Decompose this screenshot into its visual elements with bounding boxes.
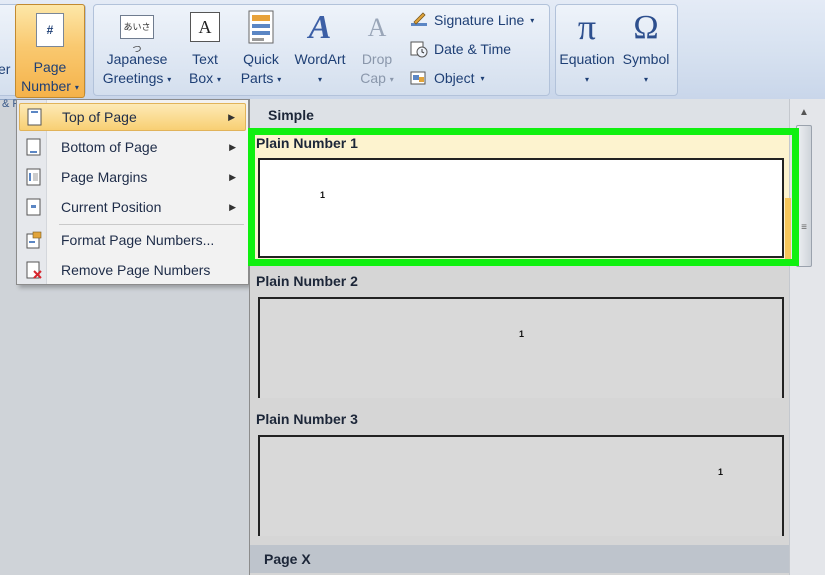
remove-page-numbers-icon — [26, 261, 42, 279]
signature-pen-icon — [410, 11, 428, 29]
text-box-line2: Box — [188, 70, 214, 86]
date-time-label: Date & Time — [434, 41, 512, 57]
drop-cap-button[interactable]: A Drop Cap ▾ — [354, 8, 400, 89]
quick-parts-line1: Quick — [243, 51, 279, 67]
symbol-label: Symbol — [622, 51, 670, 67]
menu-item-label: Top of Page — [62, 109, 137, 125]
dropdown-arrow-icon: ▾ — [389, 74, 394, 84]
wordart-icon: A — [308, 8, 332, 46]
page-number-menu: Top of Page ▶ Bottom of Page ▶ Page Marg… — [16, 99, 249, 285]
signature-line-button[interactable]: Signature Line ▾ — [410, 11, 534, 29]
gallery-section-header: Simple — [250, 99, 791, 129]
dropdown-arrow-icon: ▾ — [317, 74, 322, 84]
submenu-arrow-icon: ▶ — [229, 201, 236, 212]
menu-item-label: Format Page Numbers... — [61, 232, 215, 248]
menu-item-label: Page Margins — [61, 169, 148, 185]
pi-icon: π — [577, 6, 597, 47]
menu-item-format-page-numbers[interactable]: Format Page Numbers... — [19, 226, 246, 254]
calendar-clock-icon — [410, 40, 428, 58]
dropdown-arrow-icon: ▾ — [167, 74, 172, 84]
menu-item-label: Bottom of Page — [61, 139, 158, 155]
drop-cap-icon: A — [367, 12, 387, 42]
format-page-numbers-icon — [26, 231, 42, 249]
menu-item-top-of-page[interactable]: Top of Page ▶ — [19, 103, 246, 131]
page-number-label-line1: Page — [33, 59, 67, 75]
scroll-grip-icon: ≡ — [801, 222, 807, 233]
object-label: Object — [434, 70, 475, 86]
menu-item-label: Remove Page Numbers — [61, 262, 211, 278]
wordart-button[interactable]: A WordArt ▾ — [290, 8, 350, 89]
quick-parts-button[interactable]: Quick Parts ▾ — [236, 8, 286, 89]
symbol-button[interactable]: Ω Symbol ▾ — [618, 8, 674, 89]
page-number-button[interactable]: # Page Number ▾ — [15, 4, 85, 98]
submenu-arrow-icon: ▶ — [229, 171, 236, 182]
wordart-label: WordArt — [294, 51, 346, 67]
menu-separator — [59, 224, 244, 225]
page-number-icon: # — [36, 13, 64, 47]
page-number-preview: 1 — [519, 329, 525, 339]
current-position-icon — [26, 198, 41, 216]
page-top-icon — [27, 108, 42, 126]
equation-button[interactable]: π Equation ▾ — [557, 8, 617, 89]
omega-icon: Ω — [633, 8, 659, 46]
menu-item-label: Current Position — [61, 199, 162, 215]
drop-cap-line2: Cap — [360, 70, 386, 86]
gallery-item-title: Plain Number 3 — [256, 411, 358, 427]
object-icon — [410, 69, 428, 87]
page-number-preview: 1 — [718, 467, 724, 477]
dropdown-arrow-icon: ▾ — [480, 73, 485, 83]
japanese-greetings-line1: Japanese — [106, 51, 168, 67]
date-time-button[interactable]: Date & Time — [410, 40, 511, 58]
equation-label: Equation — [559, 51, 615, 67]
partial-button-label[interactable]: er — [0, 60, 10, 79]
dropdown-arrow-icon: ▾ — [643, 74, 648, 84]
drop-cap-line1: Drop — [361, 51, 393, 67]
menu-item-remove-page-numbers[interactable]: Remove Page Numbers — [19, 256, 246, 284]
gallery-section-page-x: Page X — [250, 545, 791, 573]
text-box-button[interactable]: A Text Box ▾ — [180, 8, 230, 89]
quick-parts-icon — [242, 8, 280, 46]
greetings-icon: あいさつ — [118, 8, 156, 54]
page-margins-icon — [26, 168, 41, 186]
menu-item-current-position[interactable]: Current Position ▶ — [19, 193, 246, 221]
object-button[interactable]: Object ▾ — [410, 69, 484, 87]
dropdown-arrow-icon: ▾ — [584, 74, 589, 84]
menu-item-bottom-of-page[interactable]: Bottom of Page ▶ — [19, 133, 246, 161]
dropdown-arrow-icon: ▾ — [217, 74, 222, 84]
page-number-label-line2: Number — [21, 78, 71, 94]
japanese-greetings-button[interactable]: あいさつ Japanese Greetings ▾ — [100, 8, 174, 89]
submenu-arrow-icon: ▶ — [228, 111, 235, 122]
menu-item-page-margins[interactable]: Page Margins ▶ — [19, 163, 246, 191]
ribbon: er & F # Page Number ▾ あいさつ Japanese Gre… — [0, 0, 825, 110]
signature-line-label: Signature Line — [434, 12, 525, 28]
text-box-line1: Text — [192, 51, 218, 67]
dropdown-arrow-icon: ▾ — [277, 74, 282, 84]
dropdown-arrow-icon: ▾ — [530, 15, 535, 25]
gallery-item-plain-number-2[interactable]: Plain Number 2 1 — [250, 269, 791, 399]
page-bottom-icon — [26, 138, 41, 156]
page-preview: 1 — [258, 435, 784, 536]
quick-parts-line2: Parts — [240, 70, 274, 86]
gallery-item-plain-number-3[interactable]: Plain Number 3 1 — [250, 407, 791, 537]
dropdown-arrow-icon: ▾ — [74, 82, 79, 92]
selection-highlight-box — [248, 128, 799, 266]
page-preview: 1 — [258, 297, 784, 398]
japanese-greetings-line2: Greetings — [102, 70, 164, 86]
submenu-arrow-icon: ▶ — [229, 141, 236, 152]
gallery-item-title: Plain Number 2 — [256, 273, 358, 289]
text-box-icon: A — [186, 8, 224, 46]
scroll-up-icon[interactable]: ▲ — [799, 107, 809, 118]
